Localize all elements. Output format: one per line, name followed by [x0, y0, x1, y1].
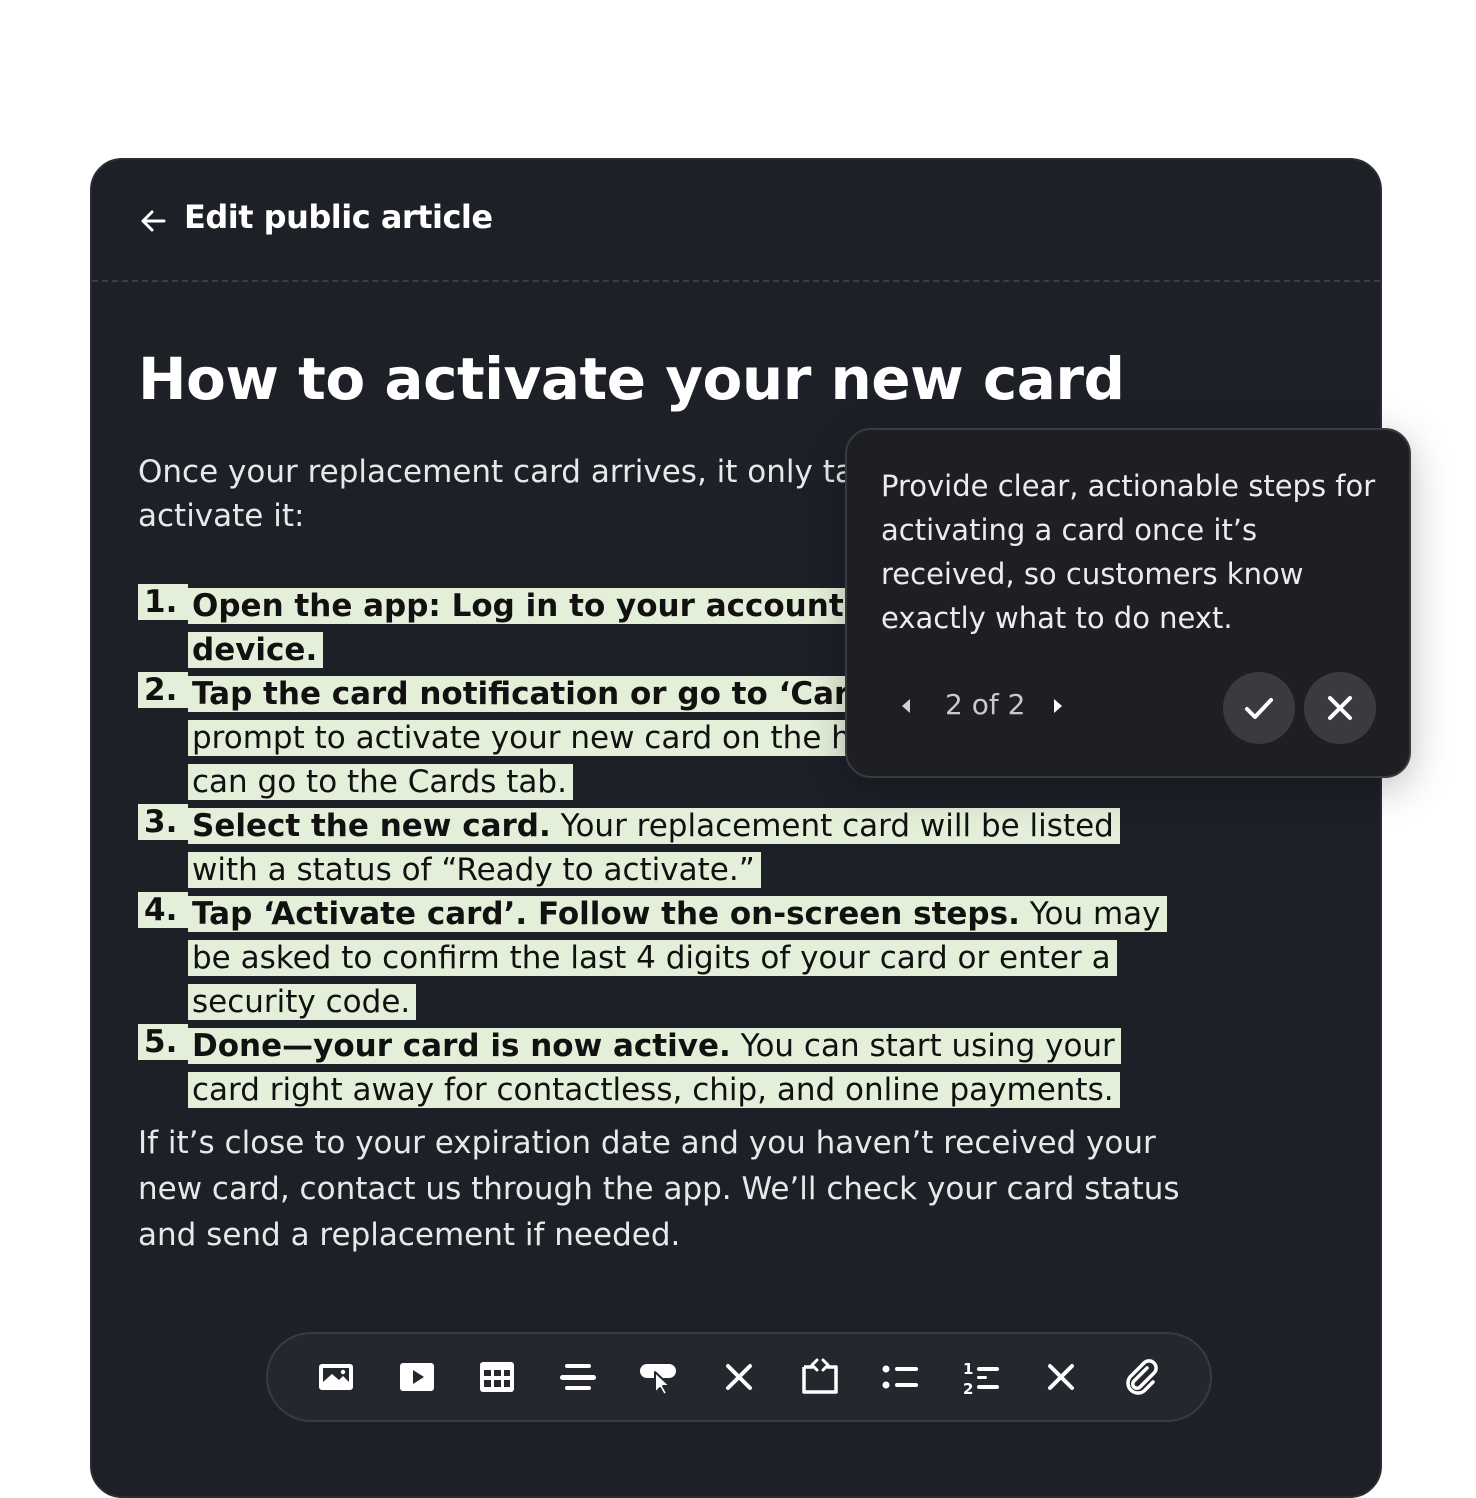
step-bold: Done—your card is now active. [192, 1028, 731, 1064]
svg-text:2: 2 [963, 1380, 973, 1397]
formatting-toolbar: 1 2 [266, 1332, 1212, 1422]
bullet-list-icon [882, 1365, 919, 1389]
article-outro[interactable]: If it’s close to your expiration date an… [138, 1120, 1198, 1258]
check-icon [1245, 698, 1273, 719]
close-icon [726, 1364, 752, 1390]
list-item[interactable]: 5. Done—your card is now active. You can… [138, 1024, 1188, 1112]
attachment-icon [1126, 1359, 1158, 1395]
svg-text:1: 1 [963, 1360, 973, 1378]
insert-image-button[interactable] [296, 1347, 377, 1407]
step-bold: Tap ‘Activate card’. Follow the on-scree… [192, 896, 1020, 932]
divider-icon [559, 1364, 596, 1390]
list-item[interactable]: 3. Select the new card. Your replacement… [138, 804, 1188, 892]
step-number: 5. [138, 1024, 188, 1060]
numbered-list-icon: 1 2 [963, 1360, 999, 1397]
close-icon [1048, 1364, 1075, 1390]
insert-code-button[interactable] [779, 1347, 860, 1407]
close-icon [1328, 696, 1352, 720]
numbered-list-button[interactable]: 1 2 [940, 1347, 1021, 1407]
step-bold: Select the new card. [192, 808, 551, 844]
editor-panel: Edit public article How to activate your… [90, 158, 1382, 1498]
suggestion-pager: 2 of 2 [945, 688, 1026, 721]
insert-table-button[interactable] [457, 1347, 538, 1407]
button-icon [640, 1364, 677, 1396]
article-title[interactable]: How to activate your new card [138, 345, 1125, 413]
arrow-left-icon[interactable] [138, 206, 168, 236]
attach-file-button[interactable] [1101, 1347, 1182, 1407]
video-icon [399, 1363, 434, 1391]
ai-suggestion-popover: Provide clear, actionable steps for acti… [845, 428, 1411, 778]
remove-format-button[interactable] [699, 1347, 780, 1407]
insert-button-button[interactable] [618, 1347, 699, 1407]
step-text: Done—your card is now active. You can st… [188, 1028, 1121, 1108]
page-title: Edit public article [184, 198, 493, 236]
caret-left-icon[interactable] [893, 692, 921, 720]
image-icon [319, 1364, 354, 1390]
step-bold: Tap the card notification or go to ‘Card… [192, 676, 914, 712]
step-number: 2. [138, 672, 188, 708]
step-text: Tap ‘Activate card’. Follow the on-scree… [188, 896, 1167, 1020]
reject-suggestion-button[interactable] [1304, 672, 1376, 744]
insert-video-button[interactable] [377, 1347, 458, 1407]
step-number: 3. [138, 804, 188, 840]
insert-divider-button[interactable] [538, 1347, 619, 1407]
step-number: 4. [138, 892, 188, 928]
suggestion-text: Provide clear, actionable steps for acti… [881, 469, 1376, 635]
caret-right-icon[interactable] [1043, 692, 1071, 720]
step-text: Select the new card. Your replacement ca… [188, 808, 1120, 888]
code-icon [801, 1358, 838, 1394]
bullet-list-button[interactable] [860, 1347, 941, 1407]
list-item[interactable]: 4. Tap ‘Activate card’. Follow the on-sc… [138, 892, 1188, 1024]
editor-header: Edit public article [92, 160, 1380, 282]
table-icon [480, 1362, 515, 1392]
step-number: 1. [138, 584, 188, 620]
accept-suggestion-button[interactable] [1223, 672, 1295, 744]
clear-button[interactable] [1021, 1347, 1102, 1407]
